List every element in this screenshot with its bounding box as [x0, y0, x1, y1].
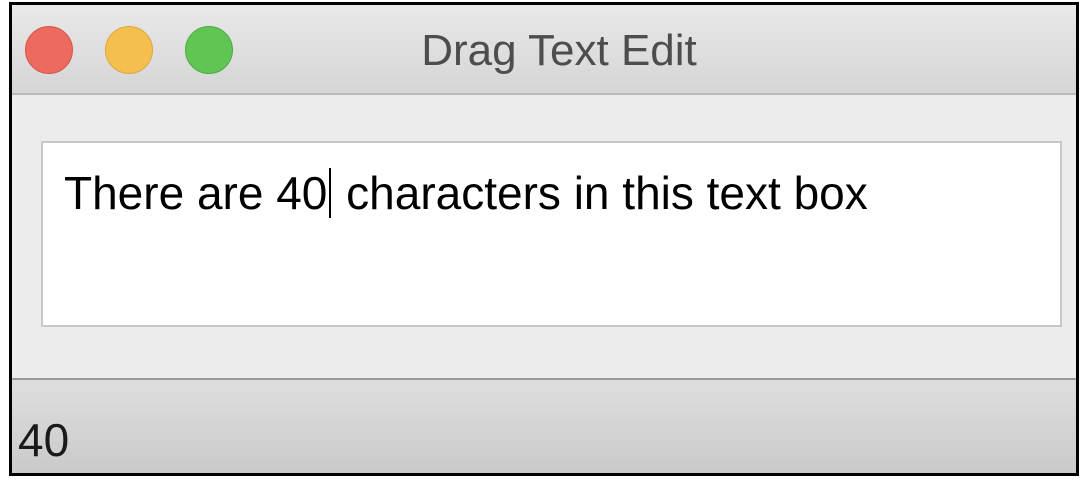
status-bar: 40: [12, 378, 1076, 473]
content-area: There are 40 characters in this text box: [12, 95, 1076, 378]
app-window: Drag Text Edit There are 40 characters i…: [9, 2, 1079, 476]
text-before-caret: There are 40: [64, 167, 328, 219]
title-bar[interactable]: Drag Text Edit: [12, 5, 1076, 95]
text-after-caret: characters in this text box: [333, 167, 868, 219]
text-edit-content[interactable]: There are 40 characters in this text box: [64, 165, 868, 221]
character-count-label: 40: [18, 414, 70, 466]
text-edit-field[interactable]: There are 40 characters in this text box: [41, 141, 1062, 327]
text-caret: [329, 168, 332, 218]
window-title: Drag Text Edit: [421, 26, 697, 75]
